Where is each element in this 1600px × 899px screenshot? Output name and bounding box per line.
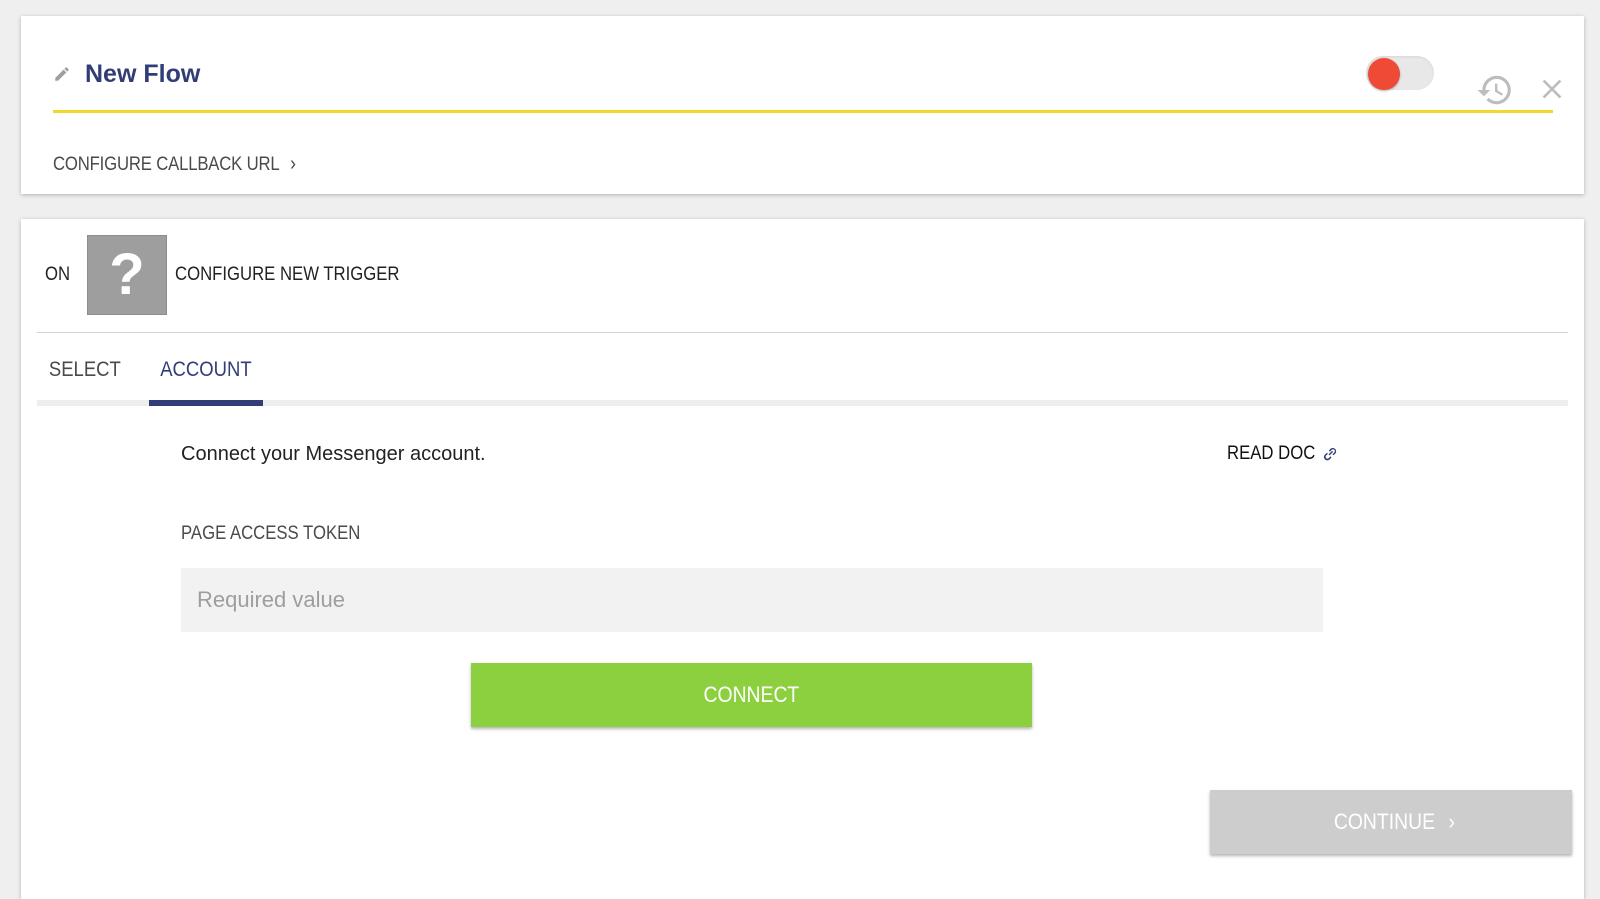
continue-button-label: CONTINUE	[1333, 809, 1435, 834]
account-description: Connect your Messenger account.	[181, 443, 486, 465]
tab-account[interactable]: ACCOUNT	[149, 333, 263, 406]
page-access-token-label: PAGE ACCESS TOKEN	[181, 523, 361, 544]
flow-active-toggle[interactable]	[1366, 56, 1434, 90]
tab-strip	[37, 400, 1568, 406]
link-icon	[1324, 448, 1337, 461]
history-icon[interactable]	[1476, 71, 1514, 109]
flow-header-card: New Flow CONFIGURE CALLBACK URL ›	[21, 16, 1584, 194]
connect-button-label: CONNECT	[703, 682, 800, 707]
toggle-knob[interactable]	[1368, 58, 1400, 90]
trigger-title: CONFIGURE NEW TRIGGER	[175, 264, 400, 285]
connect-button[interactable]: CONNECT	[471, 663, 1032, 727]
chevron-right-icon: ›	[1448, 809, 1455, 834]
flow-title[interactable]: New Flow	[85, 60, 200, 89]
unknown-trigger-icon: ?	[87, 235, 167, 315]
tab-select[interactable]: SELECT	[37, 333, 133, 406]
read-doc-label: READ DOC	[1227, 443, 1316, 464]
pencil-icon[interactable]	[53, 65, 71, 83]
close-icon[interactable]	[1536, 73, 1568, 105]
callback-link-label: CONFIGURE CALLBACK URL	[53, 153, 280, 175]
trigger-prefix: ON	[45, 264, 71, 285]
tab-label: SELECT	[49, 357, 121, 381]
question-mark-icon: ?	[109, 242, 145, 307]
trigger-config-card: ON ? CONFIGURE NEW TRIGGER SELECT ACCOUN…	[21, 219, 1584, 899]
configure-callback-url-link[interactable]: CONFIGURE CALLBACK URL ›	[53, 153, 296, 176]
continue-button[interactable]: CONTINUE ›	[1210, 790, 1572, 854]
flow-title-row[interactable]: New Flow	[53, 56, 200, 92]
chevron-right-icon: ›	[290, 153, 296, 175]
flow-title-underline	[53, 110, 1553, 113]
tab-label: ACCOUNT	[160, 357, 252, 381]
page-access-token-input[interactable]	[181, 568, 1323, 632]
config-tabs: SELECT ACCOUNT	[37, 333, 1568, 407]
read-doc-link[interactable]: READ DOC	[1215, 443, 1339, 465]
trigger-header: ON ? CONFIGURE NEW TRIGGER	[45, 235, 430, 315]
